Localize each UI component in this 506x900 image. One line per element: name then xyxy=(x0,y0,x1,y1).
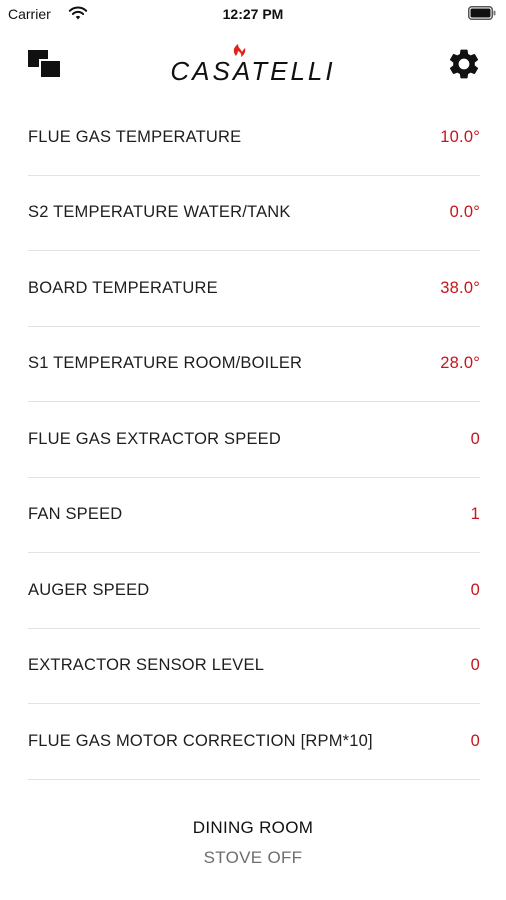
nav-bar: CASATELLI xyxy=(0,40,506,96)
gear-icon[interactable] xyxy=(446,46,482,82)
footer: DINING ROOM STOVE OFF xyxy=(0,818,506,868)
battery-icon xyxy=(468,6,496,20)
parameter-label: EXTRACTOR SENSOR LEVEL xyxy=(28,656,265,675)
parameter-label: AUGER SPEED xyxy=(28,580,150,599)
parameter-row-flue-gas-temperature: FLUE GAS TEMPERATURE 10.0° xyxy=(28,100,480,176)
parameter-label: FAN SPEED xyxy=(28,505,123,524)
parameter-row-flue-gas-motor-correction: FLUE GAS MOTOR CORRECTION [RPM*10] 0 xyxy=(28,704,480,780)
parameter-label: FLUE GAS MOTOR CORRECTION [RPM*10] xyxy=(28,731,373,750)
parameter-value: 0 xyxy=(470,429,480,448)
parameter-value: 38.0° xyxy=(440,278,480,297)
casatelli-logo: CASATELLI xyxy=(170,44,335,86)
parameter-label: FLUE GAS EXTRACTOR SPEED xyxy=(28,429,281,448)
parameter-value: 1 xyxy=(470,505,480,524)
parameter-label: S2 TEMPERATURE WATER/TANK xyxy=(28,203,291,222)
parameter-row-s1-temperature: S1 TEMPERATURE ROOM/BOILER 28.0° xyxy=(28,327,480,402)
parameter-value: 0 xyxy=(470,731,480,750)
parameter-label: S1 TEMPERATURE ROOM/BOILER xyxy=(28,354,303,373)
stove-status: STOVE OFF xyxy=(203,848,303,867)
parameter-row-extractor-sensor-level: EXTRACTOR SENSOR LEVEL 0 xyxy=(28,629,480,704)
parameter-value: 0 xyxy=(470,580,480,599)
parameter-label: FLUE GAS TEMPERATURE xyxy=(28,127,242,146)
parameter-value: 10.0° xyxy=(440,127,480,146)
room-name: DINING ROOM xyxy=(192,818,314,837)
status-bar: Carrier 12:27 PM xyxy=(0,0,506,30)
parameter-label: BOARD TEMPERATURE xyxy=(28,278,218,297)
parameter-row-fan-speed: FAN SPEED 1 xyxy=(28,478,480,553)
screens-icon[interactable] xyxy=(28,50,62,78)
svg-text:CASATELLI: CASATELLI xyxy=(170,56,335,86)
parameter-row-s2-temperature: S2 TEMPERATURE WATER/TANK 0.0° xyxy=(28,176,480,251)
parameter-value: 0 xyxy=(470,656,480,675)
parameter-row-flue-gas-extractor-speed: FLUE GAS EXTRACTOR SPEED 0 xyxy=(28,402,480,478)
parameter-value: 28.0° xyxy=(440,354,480,373)
parameter-list: FLUE GAS TEMPERATURE 10.0° S2 TEMPERATUR… xyxy=(28,100,480,780)
parameter-row-auger-speed: AUGER SPEED 0 xyxy=(28,553,480,629)
clock: 12:27 PM xyxy=(222,6,284,22)
parameter-row-board-temperature: BOARD TEMPERATURE 38.0° xyxy=(28,251,480,327)
parameter-value: 0.0° xyxy=(449,203,480,222)
